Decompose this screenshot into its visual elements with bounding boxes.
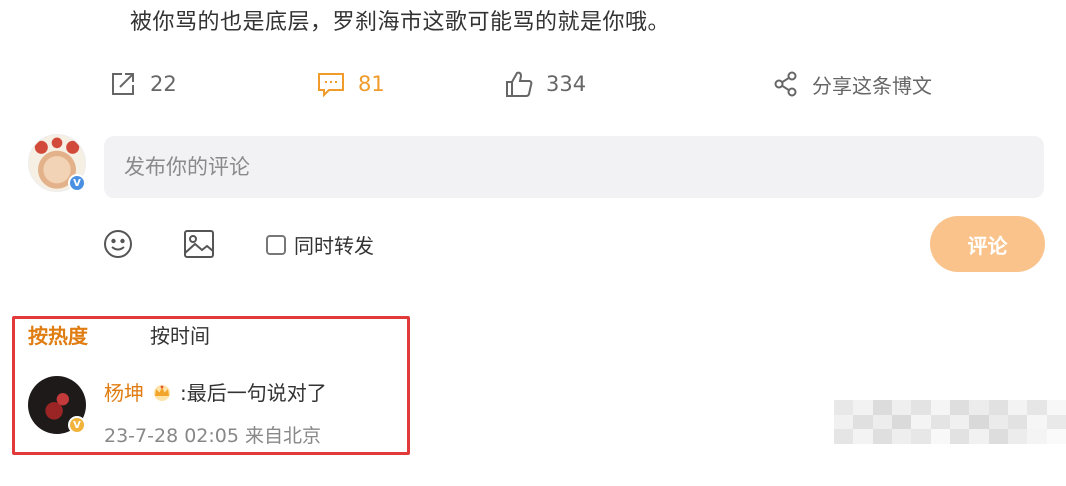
- share-label: 分享这条博文: [812, 73, 932, 98]
- verified-badge-icon: V: [68, 174, 86, 192]
- comment-meta: 23-7-28 02:05 来自北京: [104, 425, 321, 447]
- repost-checkbox[interactable]: [266, 234, 286, 255]
- post-action-bar: 22 81 334 分享这条博文: [0, 64, 1066, 104]
- blur-mosaic: [834, 400, 1066, 444]
- comment-button[interactable]: 81: [316, 64, 385, 104]
- comment-author[interactable]: 杨坤: [104, 377, 144, 406]
- comment-item: 杨坤 :最后一句说对了: [104, 377, 327, 406]
- image-icon: [182, 230, 216, 264]
- like-count: 334: [546, 72, 587, 96]
- comment-text: :最后一句说对了: [180, 381, 327, 405]
- share-button[interactable]: 分享这条博文: [772, 64, 932, 104]
- share-icon: [772, 70, 800, 98]
- emoji-button[interactable]: [102, 228, 134, 264]
- repost-label: 同时转发: [294, 234, 374, 258]
- vip-badge-icon: V: [68, 416, 86, 434]
- tab-sort-by-hot[interactable]: 按热度: [28, 320, 88, 349]
- tab-sort-by-time[interactable]: 按时间: [150, 320, 210, 349]
- submit-comment-button[interactable]: 评论: [930, 216, 1045, 272]
- crown-icon: [150, 382, 174, 402]
- post-text: 被你骂的也是底层，罗刹海市这歌可能骂的就是你哦。: [130, 10, 671, 35]
- repost-toggle[interactable]: 同时转发: [266, 230, 374, 259]
- forward-button[interactable]: 22: [108, 64, 177, 104]
- comment-count: 81: [358, 72, 385, 96]
- forward-count: 22: [150, 72, 177, 96]
- comment-input[interactable]: [104, 136, 1044, 198]
- comment-icon: [316, 69, 346, 99]
- emoji-icon: [102, 230, 134, 264]
- thumbs-up-icon: [504, 69, 534, 99]
- image-upload-button[interactable]: [182, 228, 216, 264]
- like-button[interactable]: 334: [504, 64, 586, 104]
- forward-icon: [108, 69, 138, 99]
